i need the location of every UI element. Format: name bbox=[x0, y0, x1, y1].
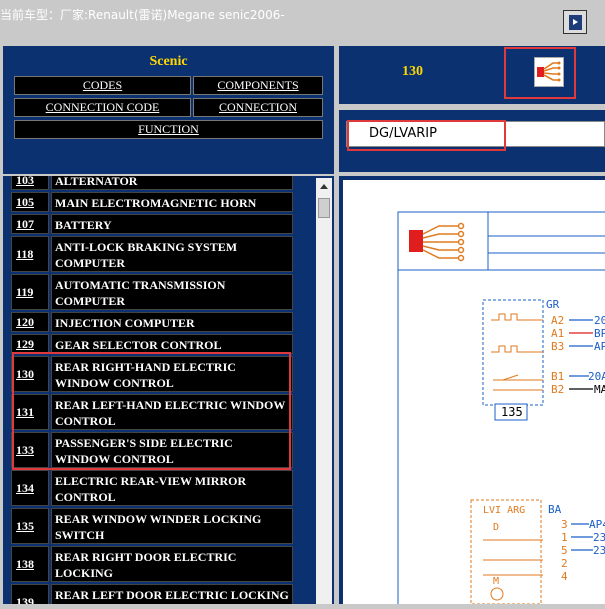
component-code: 130 bbox=[402, 64, 423, 79]
navigation-panel: Scenic CODES COMPONENTS CONNECTION CODE … bbox=[3, 46, 334, 174]
title-bar: 当前车型：厂家:Renault(雷诺)Megane senic2006- bbox=[0, 0, 605, 46]
pin-label: B2 bbox=[551, 383, 564, 396]
component-row[interactable]: 105 MAIN ELECTROMAGNETIC HORN bbox=[11, 192, 293, 212]
wire-label: 20 bbox=[594, 314, 605, 327]
component-row[interactable]: 119 AUTOMATIC TRANSMISSION COMPUTER bbox=[11, 274, 293, 310]
list-scrollbar[interactable] bbox=[316, 178, 332, 604]
connection-code-button[interactable]: CONNECTION CODE bbox=[14, 98, 191, 117]
component-number-link[interactable]: 119 bbox=[11, 274, 49, 310]
components-button[interactable]: COMPONENTS bbox=[193, 76, 323, 95]
wiring-diagram-svg: 135 GR A2 A1 B3 B1 B2 20 BP AP4 20A MA L… bbox=[397, 211, 605, 605]
component-label[interactable]: GEAR SELECTOR CONTROL bbox=[51, 334, 293, 354]
component-row[interactable]: 135 REAR WINDOW WINDER LOCKING SWITCH bbox=[11, 508, 293, 544]
component-row[interactable]: 118 ANTI-LOCK BRAKING SYSTEM COMPUTER bbox=[11, 236, 293, 272]
wiring-connector-icon bbox=[537, 61, 561, 82]
current-model-text: 当前车型：厂家:Renault(雷诺)Megane senic2006- bbox=[0, 8, 285, 22]
pin-label: A2 bbox=[551, 314, 564, 327]
component-label[interactable]: ANTI-LOCK BRAKING SYSTEM COMPUTER bbox=[51, 236, 293, 272]
wire-label: AP4 bbox=[594, 340, 605, 353]
model-title: Scenic bbox=[149, 54, 188, 69]
connector-ba-label: BA bbox=[548, 503, 562, 516]
component-number-link[interactable]: 129 bbox=[11, 334, 49, 354]
sub-label: D bbox=[493, 522, 499, 533]
connection-button[interactable]: CONNECTION bbox=[193, 98, 323, 117]
exit-button[interactable] bbox=[563, 10, 587, 34]
component-label[interactable]: ELECTRIC REAR-VIEW MIRROR CONTROL bbox=[51, 470, 293, 506]
pin-label: B3 bbox=[551, 340, 564, 353]
component-number-link[interactable]: 138 bbox=[11, 546, 49, 582]
pin-label: 1 bbox=[561, 531, 568, 544]
component-label[interactable]: AUTOMATIC TRANSMISSION COMPUTER bbox=[51, 274, 293, 310]
pin-label: A1 bbox=[551, 327, 564, 340]
component-row[interactable]: 138 REAR RIGHT DOOR ELECTRIC LOCKING bbox=[11, 546, 293, 582]
component-number-link[interactable]: 135 bbox=[11, 508, 49, 544]
pin-label: B1 bbox=[551, 370, 564, 383]
function-button[interactable]: FUNCTION bbox=[14, 120, 323, 139]
diagram-icon-highlight bbox=[504, 47, 576, 99]
wiring-diagram-button[interactable] bbox=[534, 57, 564, 87]
component-number-link[interactable]: 120 bbox=[11, 312, 49, 332]
scroll-thumb[interactable] bbox=[318, 198, 330, 218]
exit-icon bbox=[569, 15, 582, 30]
wire-label: 20A bbox=[588, 370, 605, 383]
sub-label: M bbox=[493, 576, 499, 587]
codes-button[interactable]: CODES bbox=[14, 76, 191, 95]
wire-label: BP bbox=[594, 327, 605, 340]
component-row[interactable]: 129 GEAR SELECTOR CONTROL bbox=[11, 334, 293, 354]
wiring-diagram[interactable]: 135 GR A2 A1 B3 B1 B2 20 BP AP4 20A MA L… bbox=[343, 180, 605, 605]
component-number-link[interactable]: 139 bbox=[11, 584, 49, 604]
component-number-link[interactable]: 134 bbox=[11, 470, 49, 506]
component-label[interactable]: REAR LEFT DOOR ELECTRIC LOCKING bbox=[51, 584, 293, 604]
pin-label: 4 bbox=[561, 570, 568, 583]
pin-label: 5 bbox=[561, 544, 568, 557]
wire-label: 23 bbox=[593, 531, 605, 544]
wire-label: MA bbox=[594, 383, 605, 396]
connector-gr-label: GR bbox=[546, 298, 560, 311]
component-label[interactable]: REAR RIGHT DOOR ELECTRIC LOCKING bbox=[51, 546, 293, 582]
wire-label: AP4 bbox=[589, 518, 605, 531]
pin-label: 2 bbox=[561, 557, 568, 570]
component-row[interactable]: 107 BATTERY bbox=[11, 214, 293, 234]
component-number-link[interactable]: 105 bbox=[11, 192, 49, 212]
scroll-up-arrow-icon[interactable] bbox=[316, 180, 332, 194]
component-number-box: 135 bbox=[501, 405, 523, 419]
component-label[interactable]: ALTERNATOR bbox=[51, 176, 293, 190]
component-label[interactable]: BATTERY bbox=[51, 214, 293, 234]
component-row[interactable]: 103 ALTERNATOR bbox=[11, 176, 293, 190]
component-number-link[interactable]: 118 bbox=[11, 236, 49, 272]
lvi-label: LVI ARG bbox=[483, 505, 525, 516]
component-number-link[interactable]: 107 bbox=[11, 214, 49, 234]
component-number-link[interactable]: 103 bbox=[11, 176, 49, 190]
component-label[interactable]: REAR WINDOW WINDER LOCKING SWITCH bbox=[51, 508, 293, 544]
component-label[interactable]: INJECTION COMPUTER bbox=[51, 312, 293, 332]
component-label[interactable]: MAIN ELECTROMAGNETIC HORN bbox=[51, 192, 293, 212]
code-field-highlight bbox=[347, 120, 506, 151]
component-row[interactable]: 120 INJECTION COMPUTER bbox=[11, 312, 293, 332]
component-row[interactable]: 139 REAR LEFT DOOR ELECTRIC LOCKING bbox=[11, 584, 293, 604]
component-row[interactable]: 134 ELECTRIC REAR-VIEW MIRROR CONTROL bbox=[11, 470, 293, 506]
selection-highlight bbox=[12, 352, 291, 470]
pin-label: 3 bbox=[561, 518, 568, 531]
wire-label: 23 bbox=[593, 544, 605, 557]
